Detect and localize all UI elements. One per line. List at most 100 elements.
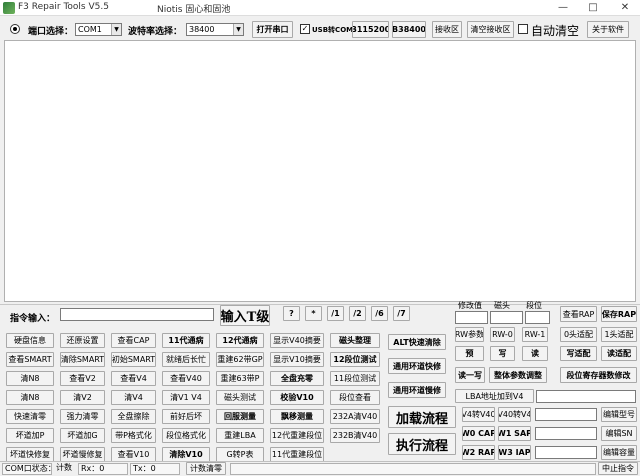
- grid-button-r2-c3[interactable]: 查看V40: [162, 371, 210, 386]
- port-select[interactable]: COM1 ▼: [75, 23, 122, 36]
- w1-sap-button[interactable]: W1 SAP: [498, 426, 531, 441]
- grid-button-r1-c6[interactable]: 12段位测试: [330, 352, 380, 367]
- grid-button-r3-c3[interactable]: 清V1 V4: [162, 390, 210, 405]
- generic-loop-fast-button[interactable]: 通用环道快修: [388, 358, 446, 374]
- rw0-button[interactable]: RW-0: [490, 327, 515, 342]
- grid-button-r4-c5[interactable]: 飘移测量: [270, 409, 324, 424]
- edit-model-button[interactable]: 编辑型号: [601, 407, 637, 422]
- cmd-slash7-button[interactable]: /7: [393, 306, 410, 321]
- model-input[interactable]: [535, 408, 597, 421]
- stop-command-button[interactable]: 中止指令: [598, 462, 638, 475]
- segment-register-modify-button[interactable]: 段位寄存器数修改: [560, 367, 637, 383]
- grid-button-r3-c6[interactable]: 段位查看: [330, 390, 380, 405]
- open-port-button[interactable]: 打开串口: [252, 21, 293, 38]
- sn-input[interactable]: [535, 427, 597, 440]
- enter-t-level-button[interactable]: 输入T级: [220, 305, 270, 326]
- grid-button-r5-c2[interactable]: 带P格式化: [111, 428, 156, 443]
- rw-params-button[interactable]: RW参数: [455, 327, 484, 342]
- minimize-button[interactable]: —: [548, 0, 578, 16]
- cmd-slash1-button[interactable]: /1: [327, 306, 344, 321]
- modify-value-input[interactable]: [455, 311, 488, 324]
- grid-button-r3-c0[interactable]: 清N8: [6, 390, 54, 405]
- w2-rap-button[interactable]: W2 RAP: [462, 445, 495, 460]
- grid-button-r1-c3[interactable]: 就绪后长忙: [162, 352, 210, 367]
- cmd-slash2-button[interactable]: /2: [349, 306, 366, 321]
- grid-button-r5-c0[interactable]: 坏道加P: [6, 428, 54, 443]
- grid-button-r1-c5[interactable]: 显示V10摘要: [270, 352, 324, 367]
- grid-button-r5-c1[interactable]: 坏道加G: [60, 428, 105, 443]
- view-rap-button[interactable]: 查看RAP: [560, 306, 597, 322]
- v40-to-v4-button[interactable]: V40转V4: [498, 407, 531, 422]
- grid-button-r5-c5[interactable]: 12代重建段位: [270, 428, 324, 443]
- grid-button-r6-c3[interactable]: 清除V10: [162, 447, 210, 462]
- maximize-button[interactable]: □: [578, 0, 608, 16]
- grid-button-r0-c1[interactable]: 还原设置: [60, 333, 105, 348]
- receive-area-button[interactable]: 接收区: [432, 21, 462, 38]
- cmd-star-button[interactable]: *: [305, 306, 322, 321]
- segment-input[interactable]: [525, 311, 550, 324]
- clear-receive-button[interactable]: 清空接收区: [467, 21, 514, 38]
- grid-button-r3-c1[interactable]: 清V2: [60, 390, 105, 405]
- w3-iap-button[interactable]: W3 IAP: [498, 445, 531, 460]
- grid-button-r0-c6[interactable]: 磁头整理: [330, 333, 380, 348]
- generic-loop-slow-button[interactable]: 通用环道慢修: [388, 382, 446, 398]
- grid-button-r6-c5[interactable]: 11代重建段位: [270, 447, 324, 462]
- grid-button-r4-c0[interactable]: 快速清零: [6, 409, 54, 424]
- head0-adapt-button[interactable]: 0头适配: [560, 327, 597, 342]
- grid-button-r0-c4[interactable]: 12代通病: [216, 333, 264, 348]
- auto-clear-checkbox[interactable]: [518, 24, 528, 34]
- grid-button-r5-c3[interactable]: 段位格式化: [162, 428, 210, 443]
- grid-button-r6-c4[interactable]: G转P表: [216, 447, 264, 462]
- grid-button-r0-c5[interactable]: 显示V40摘要: [270, 333, 324, 348]
- write-adapt-button[interactable]: 写适配: [560, 346, 597, 361]
- b38400-button[interactable]: B38400: [392, 21, 426, 38]
- grid-button-r2-c6[interactable]: 11段位测试: [330, 371, 380, 386]
- edit-capacity-button[interactable]: 编辑容量: [601, 445, 637, 460]
- alt-fast-clear-button[interactable]: ALT快速清除: [388, 334, 446, 350]
- v4-to-v40-button[interactable]: V4转V40: [462, 407, 495, 422]
- grid-button-r1-c4[interactable]: 重建62带GP: [216, 352, 264, 367]
- receive-textarea[interactable]: [4, 40, 636, 302]
- cmd-input[interactable]: [60, 308, 214, 321]
- lba-to-v4-button[interactable]: LBA地址加到V4: [455, 389, 534, 403]
- w0-cap-button[interactable]: W0 CAP: [462, 426, 495, 441]
- grid-button-r2-c4[interactable]: 重建63带P: [216, 371, 264, 386]
- port-radio[interactable]: [10, 24, 20, 34]
- grid-button-r3-c2[interactable]: 清V4: [111, 390, 156, 405]
- read-adapt-button[interactable]: 读适配: [601, 346, 637, 361]
- grid-button-r2-c2[interactable]: 查看V4: [111, 371, 156, 386]
- b115200-button[interactable]: B115200: [352, 21, 389, 38]
- grid-button-r6-c2[interactable]: 查看V10: [111, 447, 156, 462]
- grid-button-r5-c6[interactable]: 232B清V40: [330, 428, 380, 443]
- grid-button-r5-c4[interactable]: 重建LBA: [216, 428, 264, 443]
- grid-button-r1-c2[interactable]: 初始SMART: [111, 352, 156, 367]
- grid-button-r0-c3[interactable]: 11代通病: [162, 333, 210, 348]
- preset-button[interactable]: 预: [455, 346, 484, 361]
- rw1-button[interactable]: RW-1: [522, 327, 548, 342]
- grid-button-r4-c4[interactable]: 回服测量: [216, 409, 264, 424]
- grid-button-r6-c0[interactable]: 坏道快修复: [6, 447, 54, 462]
- grid-button-r3-c5[interactable]: 校验V10: [270, 390, 324, 405]
- grid-button-r4-c3[interactable]: 前好后坏: [162, 409, 210, 424]
- grid-button-r4-c6[interactable]: 232A清V40: [330, 409, 380, 424]
- grid-button-r1-c0[interactable]: 查看SMART: [6, 352, 54, 367]
- usb-checkbox[interactable]: ✓: [300, 24, 310, 34]
- grid-button-r3-c4[interactable]: 磁头测试: [216, 390, 264, 405]
- adjust-all-params-button[interactable]: 整体参数调整: [489, 367, 547, 383]
- read-button[interactable]: 读: [522, 346, 548, 361]
- grid-button-r0-c0[interactable]: 硬盘信息: [6, 333, 54, 348]
- grid-button-r4-c2[interactable]: 全盘擦除: [111, 409, 156, 424]
- head-input[interactable]: [490, 311, 523, 324]
- edit-sn-button[interactable]: 编辑SN: [601, 426, 637, 441]
- read-write-button[interactable]: 读一写: [455, 367, 485, 383]
- capacity-input[interactable]: [535, 446, 597, 459]
- save-rap-button[interactable]: 保存RAP: [601, 306, 637, 322]
- cmd-question-button[interactable]: ?: [283, 306, 300, 321]
- grid-button-r2-c0[interactable]: 清N8: [6, 371, 54, 386]
- chevron-down-icon[interactable]: ▼: [233, 24, 243, 35]
- grid-button-r4-c1[interactable]: 强力清零: [60, 409, 105, 424]
- grid-button-r1-c1[interactable]: 清除SMART: [60, 352, 105, 367]
- grid-button-r2-c1[interactable]: 查看V2: [60, 371, 105, 386]
- exec-flow-button[interactable]: 执行流程: [388, 433, 456, 455]
- baud-select[interactable]: 38400 ▼: [186, 23, 244, 36]
